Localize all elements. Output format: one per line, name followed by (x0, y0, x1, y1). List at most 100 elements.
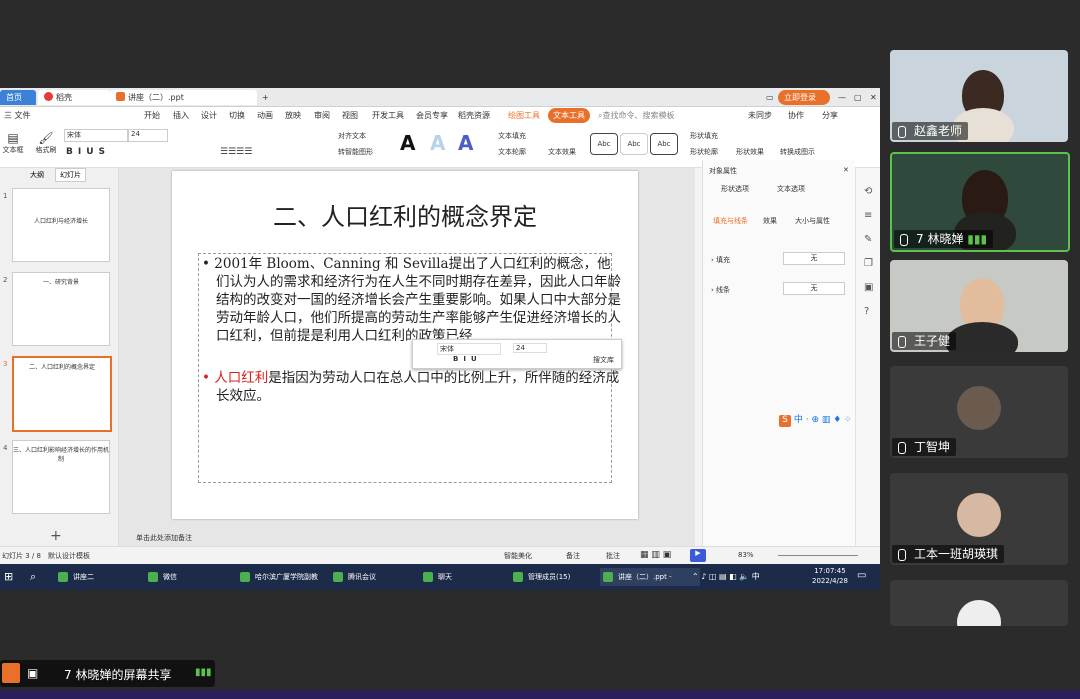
tab-text-options[interactable]: 文本选项 (777, 184, 805, 194)
panel-close-icon[interactable]: ✕ (843, 166, 849, 174)
share-button[interactable]: 分享 (822, 110, 838, 121)
menu-drawing-tools[interactable]: 绘图工具 (508, 110, 540, 121)
menu-insert[interactable]: 插入 (173, 110, 189, 121)
windows-start-icon[interactable]: ⊞ (4, 570, 13, 583)
menu-animation[interactable]: 动画 (257, 110, 273, 121)
text-outline-button[interactable]: 文本轮廓 (498, 147, 526, 157)
sync-status[interactable]: 未同步 (748, 110, 772, 121)
image-icon[interactable]: ▣ (864, 282, 873, 293)
subtab-effects[interactable]: 效果 (763, 216, 777, 226)
task-item[interactable]: 讲座二 (55, 568, 153, 586)
slide-thumb-2[interactable]: 一、研究背景 (12, 272, 110, 346)
tab-home[interactable]: 首页 (0, 90, 36, 105)
tab-docer[interactable]: 稻壳 (38, 90, 110, 105)
align-text-button[interactable]: 对齐文本 (338, 131, 366, 141)
shape-effect-button[interactable]: 形状效果 (736, 147, 764, 157)
fill-select[interactable]: 无 (783, 252, 845, 265)
text-style-light[interactable]: A (430, 131, 445, 155)
add-slide-button[interactable]: + (50, 528, 62, 544)
line-select[interactable]: 无 (783, 282, 845, 295)
task-item[interactable]: 聊天 (420, 568, 518, 586)
add-notes-hint[interactable]: 单击此处添加备注 (136, 533, 192, 543)
login-button[interactable]: 立即登录 (778, 90, 830, 105)
slide-thumb-1[interactable]: 人口红利与经济增长 (12, 188, 110, 262)
tab-slides[interactable]: 幻灯片 (55, 168, 86, 182)
slide-thumb-4[interactable]: 三、人口红利影响经济增长的作用机制 (12, 440, 110, 514)
text-style-black[interactable]: A (400, 131, 415, 155)
subtab-fill-line[interactable]: 填充与线条 (713, 216, 748, 226)
participant-tile-5[interactable]: 工本一班胡瑛琪 (890, 473, 1068, 565)
view-mode-buttons[interactable]: ▦ ▥ ▣ (640, 550, 671, 560)
collaborate-button[interactable]: 协作 (788, 110, 804, 121)
slide-thumb-3-selected[interactable]: 二、人口红利的概念界定 (12, 356, 112, 432)
bullet-2[interactable]: • 人口红利是指因为劳动人口在总人口中的比例上升，所伴随的经济成长效应。 (200, 369, 624, 405)
menu-text-tools[interactable]: 文本工具 (548, 108, 590, 123)
shape-fill-button[interactable]: 形状填充 (690, 131, 718, 141)
subtab-size[interactable]: 大小与属性 (795, 216, 830, 226)
menu-slideshow[interactable]: 放映 (285, 110, 301, 121)
command-search[interactable]: ⌕查找命令、搜索模板 (598, 110, 674, 121)
menu-developer[interactable]: 开发工具 (372, 110, 404, 121)
mini-style-buttons[interactable]: BIU (453, 355, 482, 363)
close-button[interactable]: ✕ (864, 90, 880, 105)
paragraph-align-buttons[interactable]: ☰☰☰☰ (220, 147, 252, 157)
search-icon[interactable]: ⌕ (30, 570, 36, 584)
shape-style-2[interactable]: Abc (620, 133, 648, 155)
notification-icon[interactable]: ▭ (857, 570, 866, 581)
zoom-level[interactable]: 83% (738, 551, 754, 559)
help-icon[interactable]: ? (864, 306, 869, 317)
mini-font-name[interactable]: 宋体 (437, 343, 501, 355)
play-button[interactable]: ▶ (690, 549, 706, 562)
menu-review[interactable]: 审阅 (314, 110, 330, 121)
task-item[interactable]: 腾讯会议 (330, 568, 428, 586)
textbox-button[interactable]: ▤ 文本框 (2, 131, 24, 155)
copy-icon[interactable]: ❐ (864, 258, 873, 269)
participant-tile-2-speaking[interactable]: 7 林晓婵 ▮▮▮ (890, 152, 1070, 252)
task-item[interactable]: 管理成员(15) (510, 568, 608, 586)
tab-outline[interactable]: 大纲 (30, 170, 44, 180)
tab-document[interactable]: 讲座（二）.ppt (110, 90, 257, 105)
style-icon[interactable]: ⟲ (864, 186, 872, 197)
text-style-blue[interactable]: A (458, 131, 473, 155)
pen-icon[interactable]: ✎ (864, 234, 872, 245)
new-tab-button[interactable]: + (256, 90, 275, 105)
mini-font-size[interactable]: 24 (513, 343, 547, 353)
menu-file[interactable]: 三 文件 (4, 110, 31, 121)
comment-button[interactable]: 批注 (606, 551, 620, 561)
slide-canvas[interactable]: 二、人口红利的概念界定 • 2001年 Bloom、Canning 和 Sevi… (172, 171, 638, 519)
shape-style-3[interactable]: Abc (650, 133, 678, 155)
menu-docer-resources[interactable]: 稻壳资源 (458, 110, 490, 121)
participant-tile-1[interactable]: 赵鑫老师 (890, 50, 1068, 142)
text-effect-button[interactable]: 文本效果 (548, 147, 576, 157)
format-painter-button[interactable]: 🖌 格式刷 (34, 131, 58, 155)
smart-graphic-button[interactable]: 转智能图形 (338, 147, 373, 157)
slide-title[interactable]: 二、人口红利的概念界定 (172, 197, 638, 232)
participant-tile-3[interactable]: 王子健 (890, 260, 1068, 352)
font-style-buttons[interactable]: BIUS (66, 147, 110, 157)
menu-design[interactable]: 设计 (201, 110, 217, 121)
zoom-slider[interactable] (778, 555, 858, 556)
properties-icon[interactable]: ≡ (864, 210, 872, 221)
menu-transition[interactable]: 切换 (229, 110, 245, 121)
shape-outline-button[interactable]: 形状轮廓 (690, 147, 718, 157)
participant-tile-6[interactable] (890, 580, 1068, 626)
task-item[interactable]: 微信 (145, 568, 243, 586)
shape-style-1[interactable]: Abc (590, 133, 618, 155)
mini-library-button[interactable]: 搜文库 (593, 355, 614, 365)
tray-icons[interactable]: ⌃ ♪ ◫ ▤ ◧ 🔈 中 (692, 571, 760, 582)
clock[interactable]: 17:07:45 2022/4/28 (812, 566, 848, 586)
font-name-select[interactable]: 宋体 (64, 129, 128, 142)
text-fill-button[interactable]: 文本填充 (498, 131, 526, 141)
window-layout-icon[interactable]: ▭ (760, 90, 780, 105)
bullet-1[interactable]: • 2001年 Bloom、Canning 和 Sevilla提出了人口红利的概… (200, 255, 624, 345)
font-size-select[interactable]: 24 (128, 129, 168, 142)
menu-view[interactable]: 视图 (342, 110, 358, 121)
notes-button[interactable]: 备注 (566, 551, 580, 561)
participant-tile-4[interactable]: 丁智坤 (890, 366, 1068, 458)
task-item-active[interactable]: 讲座（二）.ppt - (600, 568, 700, 586)
menu-home[interactable]: 开始 (144, 110, 160, 121)
smart-beautify-button[interactable]: 智能美化 (504, 551, 532, 561)
convert-shape-button[interactable]: 转换成图示 (780, 147, 815, 157)
task-item[interactable]: 哈尔滨广厦学院副教 (237, 568, 340, 586)
tab-shape-options[interactable]: 形状选项 (721, 184, 749, 194)
